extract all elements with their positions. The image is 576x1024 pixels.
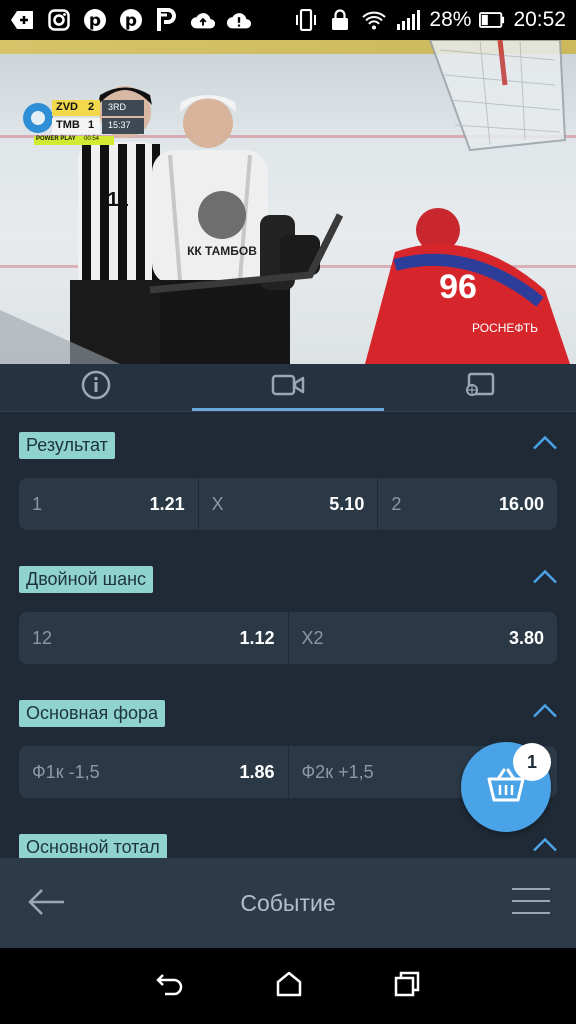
odd-label: 12 bbox=[32, 627, 53, 648]
video-camera-icon bbox=[271, 373, 305, 402]
svg-text:КК ТАМБОВ: КК ТАМБОВ bbox=[187, 244, 257, 258]
battery-icon bbox=[479, 7, 505, 33]
svg-text:11: 11 bbox=[107, 189, 128, 211]
odd-value: 1.86 bbox=[239, 761, 275, 782]
period: 3RD bbox=[108, 102, 127, 112]
odd-label: Ф1к -1,5 bbox=[32, 761, 100, 782]
cloud-upload-icon bbox=[190, 7, 216, 33]
odd-label: 1 bbox=[32, 493, 43, 514]
odd-value: 1.21 bbox=[149, 493, 185, 514]
power-play-label: POWER PLAY bbox=[36, 136, 76, 142]
away-team: TMB bbox=[56, 119, 80, 131]
score-overlay: ZVD 2 TMB 1 3RD 15:37 POWER PLAY 00:54 bbox=[22, 98, 152, 151]
svg-text:p: p bbox=[89, 11, 101, 31]
market-header-result[interactable]: Результат bbox=[0, 412, 576, 478]
odd-value: 3.80 bbox=[508, 627, 544, 648]
home-team: ZVD bbox=[56, 101, 78, 113]
odd-label: 2 bbox=[391, 493, 402, 514]
svg-text:p: p bbox=[125, 11, 137, 31]
svg-text:РОСНЕФТЬ: РОСНЕФТЬ bbox=[472, 321, 538, 335]
menu-icon[interactable] bbox=[512, 886, 550, 921]
cloud-alert-icon bbox=[226, 7, 252, 33]
chevron-up-icon[interactable] bbox=[532, 703, 558, 724]
odd-cell[interactable]: 12 1.12 bbox=[19, 612, 289, 664]
market-header-handicap[interactable]: Основная фора bbox=[0, 680, 576, 746]
odd-label: X2 bbox=[301, 627, 324, 648]
game-clock: 15:37 bbox=[108, 120, 131, 130]
bet-slip-count-badge: 1 bbox=[513, 743, 551, 781]
video-player[interactable]: 11 КК ТАМБОВ 96 РОСНЕФТЬ ZVD 2 TMB 1 3RD… bbox=[0, 40, 576, 364]
info-icon bbox=[80, 369, 112, 406]
odd-value: 1.12 bbox=[239, 627, 275, 648]
odd-cell[interactable]: X 5.10 bbox=[199, 478, 379, 530]
odd-label: Ф2к +1,5 bbox=[301, 761, 374, 782]
cast-icon bbox=[464, 371, 496, 404]
pinterest-icon: p bbox=[118, 7, 144, 33]
market-title: Результат bbox=[19, 431, 115, 459]
market-title: Основной тотал bbox=[19, 833, 167, 858]
instagram-icon bbox=[46, 7, 72, 33]
odd-value: 5.10 bbox=[329, 493, 365, 514]
page-title: Событие bbox=[240, 889, 336, 916]
home-score: 2 bbox=[88, 101, 95, 113]
status-bar: p p 28% 20:52 bbox=[0, 0, 576, 40]
vibrate-icon bbox=[293, 7, 319, 33]
wifi-icon bbox=[361, 7, 387, 33]
add-box-icon bbox=[10, 7, 36, 33]
odds-row: 1 1.21 X 5.10 2 16.00 bbox=[19, 478, 557, 530]
power-play-time: 00:54 bbox=[84, 136, 100, 142]
p-app-icon bbox=[154, 7, 180, 33]
odd-cell[interactable]: 2 16.00 bbox=[378, 478, 557, 530]
tab-cast[interactable] bbox=[384, 364, 576, 411]
chevron-up-icon[interactable] bbox=[532, 569, 558, 590]
chevron-up-icon[interactable] bbox=[532, 435, 558, 456]
system-nav-bar bbox=[0, 948, 576, 1024]
odd-value: 16.00 bbox=[498, 493, 545, 514]
market-title: Основная фора bbox=[19, 699, 166, 727]
recent-apps-icon[interactable] bbox=[393, 970, 421, 1003]
odd-cell[interactable]: Ф1к -1,5 1.86 bbox=[19, 746, 289, 798]
back-arrow-icon[interactable] bbox=[26, 886, 66, 923]
odd-label: X bbox=[211, 493, 224, 514]
chevron-up-icon[interactable] bbox=[532, 837, 558, 858]
market-header-double-chance[interactable]: Двойной шанс bbox=[0, 546, 576, 612]
away-score: 1 bbox=[88, 119, 95, 131]
system-back-icon[interactable] bbox=[155, 971, 185, 1002]
market-title: Двойной шанс bbox=[19, 565, 154, 593]
lock-icon bbox=[327, 7, 353, 33]
clock: 20:52 bbox=[513, 8, 566, 31]
tab-info[interactable] bbox=[0, 364, 192, 411]
bottom-bar: Событие bbox=[0, 858, 576, 948]
media-tabs bbox=[0, 364, 576, 412]
home-icon[interactable] bbox=[275, 971, 303, 1002]
svg-text:96: 96 bbox=[439, 268, 477, 306]
video-frame-scene: 11 КК ТАМБОВ 96 РОСНЕФТЬ bbox=[0, 40, 570, 364]
odds-row: 12 1.12 X2 3.80 bbox=[19, 612, 557, 664]
signal-icon bbox=[395, 7, 421, 33]
odd-cell[interactable]: 1 1.21 bbox=[19, 478, 199, 530]
battery-percent: 28% bbox=[429, 8, 472, 31]
odd-cell[interactable]: X2 3.80 bbox=[289, 612, 558, 664]
pinterest-icon: p bbox=[82, 7, 108, 33]
tab-video[interactable] bbox=[192, 364, 384, 411]
